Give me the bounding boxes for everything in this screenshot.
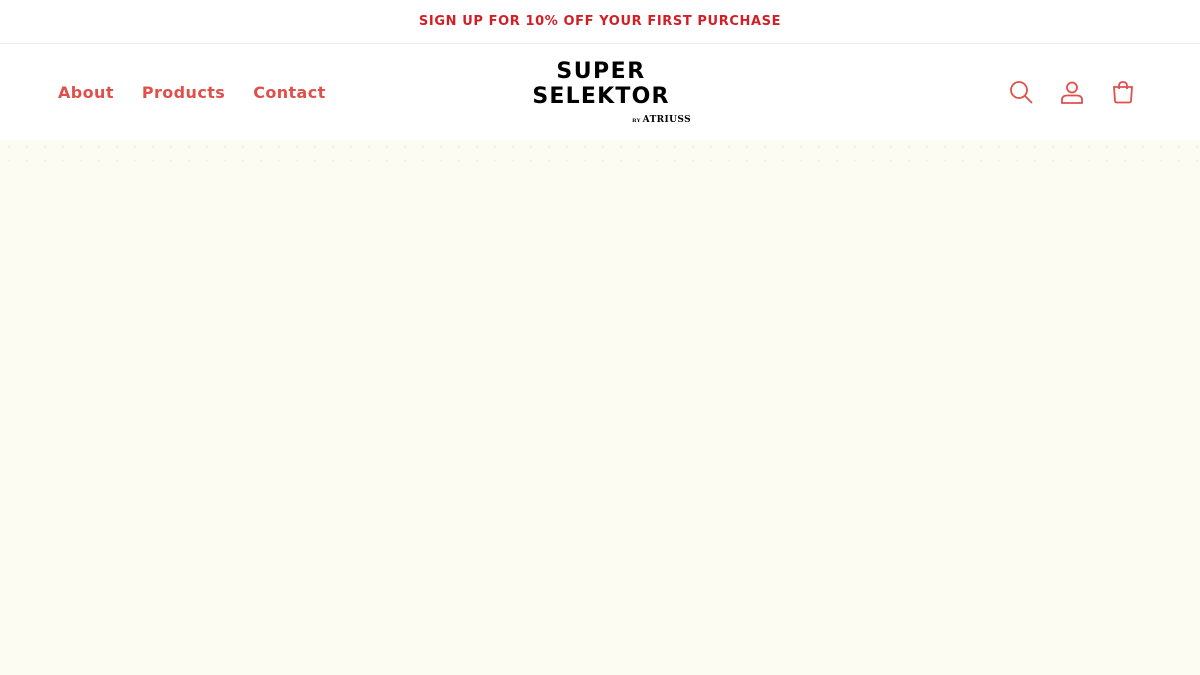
account-button[interactable] (1050, 70, 1094, 114)
cart-icon (1113, 81, 1133, 104)
nav-link-contact[interactable]: Contact (253, 83, 326, 102)
logo-by: BY (632, 118, 641, 124)
nav-link-about[interactable]: About (58, 83, 114, 102)
hero-texture (0, 140, 1200, 162)
logo-brand: ATRIUSS (642, 115, 691, 125)
logo-line-selektor: SELEKTOR (532, 84, 670, 109)
header-icons (992, 44, 1145, 140)
cart-button[interactable] (1101, 70, 1145, 114)
logo-byline: BY ATRIUSS (632, 115, 691, 125)
logo-line-super: SUPER (556, 59, 646, 84)
account-icon (1061, 81, 1083, 104)
announcement-bar: SIGN UP FOR 10% OFF YOUR FIRST PURCHASE (0, 0, 1200, 44)
nav-link-products[interactable]: Products (142, 83, 225, 102)
main-nav: About Products Contact (58, 44, 354, 140)
hero-banner (0, 140, 1200, 675)
logo[interactable]: SUPER SELEKTOR BY ATRIUSS (511, 59, 691, 126)
search-button[interactable] (999, 70, 1043, 114)
search-icon (1010, 81, 1033, 104)
site-header: About Products Contact SUPER SELEKTOR BY… (0, 44, 1200, 140)
announcement-text[interactable]: SIGN UP FOR 10% OFF YOUR FIRST PURCHASE (419, 14, 781, 29)
